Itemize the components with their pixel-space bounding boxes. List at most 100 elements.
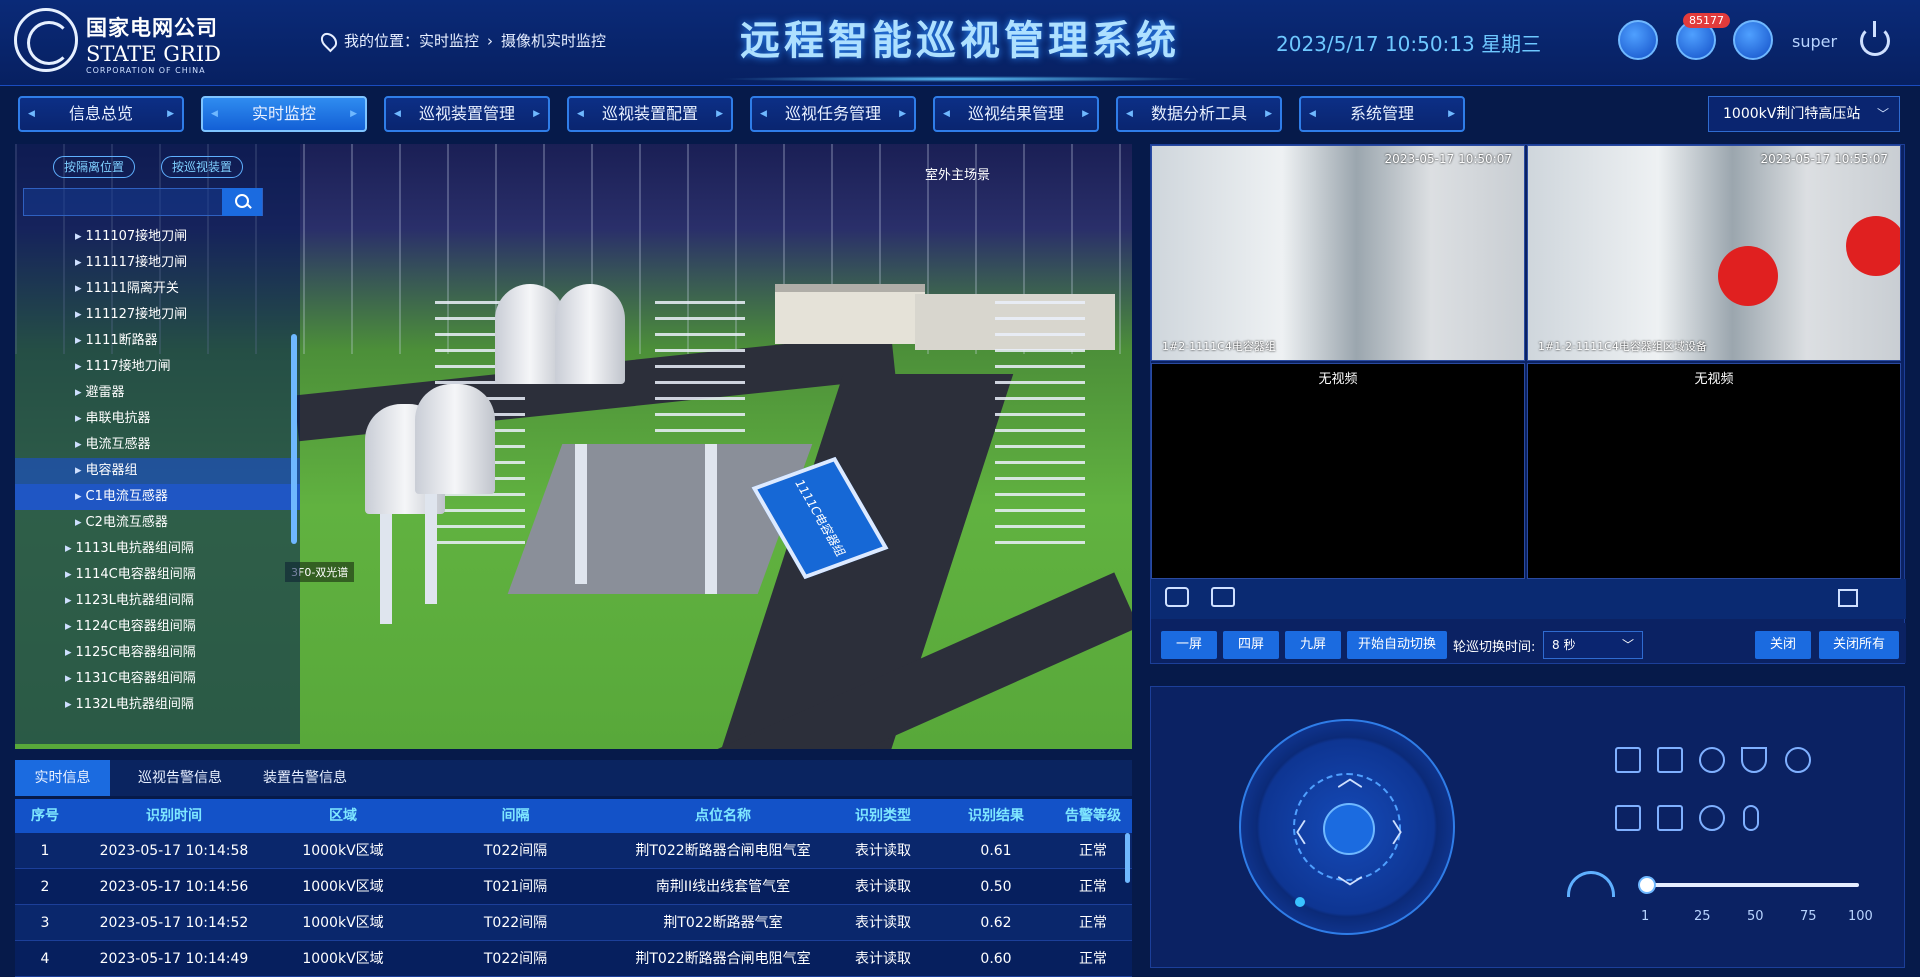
col-area: 区域 [329,808,357,824]
tree-item[interactable]: 避雷器 [15,380,300,406]
wiper-icon[interactable] [1741,747,1767,773]
nine-screen-button[interactable]: 九屏 [1285,631,1341,659]
zoom-out-icon[interactable] [1615,805,1641,831]
breadcrumb-parent[interactable]: 实时监控 [419,30,479,51]
power-icon[interactable] [1860,21,1890,56]
nav-system-management[interactable]: 系统管理 [1299,96,1465,132]
nav-realtime-monitor[interactable]: 实时监控 [201,96,367,132]
ptz-down-arrow-icon[interactable]: ﹀ [1337,869,1363,906]
table-cell: 0.62 [980,915,1012,931]
tree-item[interactable]: 11111隔离开关 [15,276,300,302]
table-cell: 表计读取 [855,915,911,931]
tree-item[interactable]: 111117接地刀闸 [15,250,300,276]
table-row[interactable]: 4 2023-05-17 10:14:49 1000kV区域 T022间隔 荆T022断… [15,941,1132,977]
light-icon[interactable] [1785,747,1811,773]
table-scrollbar[interactable] [1125,833,1130,883]
table-cell: 表计读取 [855,879,911,895]
table-cell: 正常 [1079,915,1107,931]
nav-task-management[interactable]: 巡视任务管理 [750,96,916,132]
tab-device-alarm[interactable]: 装置告警信息 [245,760,365,796]
no-video-label: 无视频 [1694,372,1734,387]
search-icon[interactable] [222,188,262,216]
nav-result-management[interactable]: 巡视结果管理 [933,96,1099,132]
table-cell: 正常 [1079,843,1107,859]
video-cell-4[interactable]: 无视频 [1527,363,1901,579]
camera-icon[interactable] [1165,587,1189,607]
ptz-joystick[interactable]: ︿ ﹀ 〈 〉 [1239,719,1455,935]
video-cell-3[interactable]: 无视频 [1151,363,1525,579]
ptz-left-arrow-icon[interactable]: 〈 [1281,813,1307,850]
mic-icon[interactable] [1743,805,1759,831]
tree-item[interactable]: 串联电抗器 [15,406,300,432]
one-screen-button[interactable]: 一屏 [1161,631,1217,659]
weather-icon[interactable] [1618,20,1658,60]
table-row[interactable]: 3 2023-05-17 10:14:52 1000kV区域 T022间隔 荆T022断… [15,905,1132,941]
ptz-right-arrow-icon[interactable]: 〉 [1391,813,1417,850]
tree-item[interactable]: 111127接地刀闸 [15,302,300,328]
table-row[interactable]: 1 2023-05-17 10:14:58 1000kV区域 T022间隔 荆T022断… [15,833,1132,869]
table-row[interactable]: 2 2023-05-17 10:14:56 1000kV区域 T021间隔 南荆II线出… [15,869,1132,905]
video-toolbar [1151,579,1906,619]
tree-item[interactable]: 1117接地刀闸 [15,354,300,380]
info-tabs: 实时信息 巡视告警信息 装置告警信息 [15,760,1132,796]
tree-tab-location[interactable]: 按隔离位置 [53,156,136,178]
device-tree-panel: 按隔离位置 按巡视装置 111107接地刀闸111117接地刀闸11111隔离开… [15,144,300,744]
tree-item[interactable]: 1111断路器 [15,328,300,354]
rotate-interval-select[interactable]: 8 秒 ﹀ [1543,631,1643,659]
tree-item[interactable]: 电容器组 [15,458,300,484]
ptz-speed-slider[interactable] [1638,876,1859,894]
col-bay: 间隔 [501,808,530,824]
speed-tick: 25 [1694,909,1711,924]
zoom-in-icon[interactable] [1615,747,1641,773]
video-cell-1[interactable]: 2023-05-17 10:50:07 1#2-1111C4电容器组 [1151,145,1525,361]
table-cell: 荆T022断路器合闸电阻气室 [635,951,811,967]
table-cell: 3 [40,915,50,931]
table-cell: 正常 [1079,951,1107,967]
video-cell-2[interactable]: 2023-05-17 10:55:07 1#1-2-1111C4电容器组区域设备 [1527,145,1901,361]
tab-realtime-info[interactable]: 实时信息 [15,760,110,796]
nav-data-analysis[interactable]: 数据分析工具 [1116,96,1282,132]
copy2-icon[interactable] [1657,805,1683,831]
station-select-value: 1000kV荆门特高压站 [1723,106,1861,122]
nav-device-management[interactable]: 巡视装置管理 [384,96,550,132]
tree-scrollbar[interactable] [291,334,297,544]
copy-icon[interactable] [1657,747,1683,773]
scene-label: 室外主场景 [925,168,991,183]
ptz-speed-handle[interactable] [1638,876,1656,894]
tree-item[interactable]: C2电流互感器 [15,510,300,536]
tree-item[interactable]: 电流互感器 [15,432,300,458]
tree-item[interactable]: 1114C电容器组间隔 [15,562,300,588]
station-select[interactable]: 1000kV荆门特高压站 ﹀ [1708,96,1900,132]
nav-device-config[interactable]: 巡视装置配置 [567,96,733,132]
close-button[interactable]: 关闭 [1755,631,1811,659]
table-cell: 1000kV区域 [302,915,384,931]
tree-item[interactable]: 1124C电容器组间隔 [15,614,300,640]
close-all-button[interactable]: 关闭所有 [1819,631,1899,659]
tree-item[interactable]: 1123L电抗器组间隔 [15,588,300,614]
username[interactable]: super [1792,32,1837,51]
ptz-up-arrow-icon[interactable]: ︿ [1337,757,1363,794]
tree-item[interactable]: C1电流互感器 [15,484,300,510]
focus-out-icon[interactable] [1699,805,1725,831]
record-icon[interactable] [1211,587,1235,607]
tree-tab-device[interactable]: 按巡视装置 [161,156,244,178]
focus-icon[interactable] [1699,747,1725,773]
nav-overview[interactable]: 信息总览 [18,96,184,132]
auto-switch-button[interactable]: 开始自动切换 [1347,631,1447,659]
speed-tick: 100 [1848,909,1873,924]
realtime-info-table: 序号 识别时间 区域 间隔 点位名称 识别类型 识别结果 告警等级 1 2023-… [15,799,1132,977]
tree-item[interactable]: 1132L电抗器组间隔 [15,692,300,718]
tree-item[interactable]: 1125C电容器组间隔 [15,640,300,666]
user-icon[interactable] [1733,20,1773,60]
table-cell: 正常 [1079,879,1107,895]
tree-item[interactable]: 111107接地刀闸 [15,224,300,250]
table-cell: 表计读取 [855,843,911,859]
four-screen-button[interactable]: 四屏 [1223,631,1279,659]
table-cell: 2 [40,879,50,895]
tree-search-input[interactable] [24,189,224,215]
tab-patrol-alarm[interactable]: 巡视告警信息 [125,760,235,796]
tree-item[interactable]: 1113L电抗器组间隔 [15,536,300,562]
ptz-auto-icon[interactable] [1323,803,1375,855]
fullscreen-icon[interactable] [1838,589,1858,607]
tree-item[interactable]: 1131C电容器组间隔 [15,666,300,692]
